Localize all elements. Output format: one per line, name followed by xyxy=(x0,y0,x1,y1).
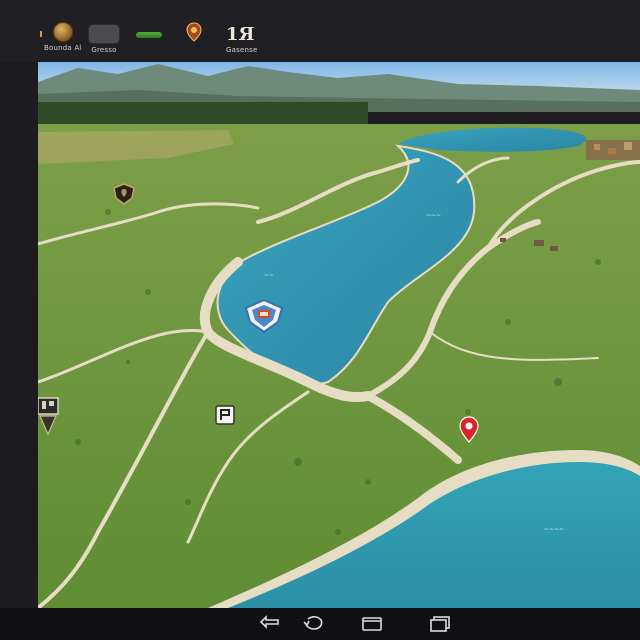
counter-label: Gasense xyxy=(226,46,258,54)
menu-pill-icon xyxy=(88,24,120,44)
player-base-marker[interactable] xyxy=(244,298,284,334)
recent-apps-icon[interactable] xyxy=(360,614,384,634)
lake-label: ~~~ xyxy=(426,212,442,219)
home-icon[interactable] xyxy=(302,614,326,634)
gold-counter[interactable]: Bounda Al xyxy=(44,22,81,52)
castle-marker-icon[interactable] xyxy=(38,396,62,436)
counter-value: 1Я xyxy=(226,24,255,45)
sea-label: ~~~~ xyxy=(544,526,565,533)
gold-label: Bounda Al xyxy=(44,44,82,52)
bottom-nav-bar xyxy=(0,608,640,640)
location-pin-icon xyxy=(186,22,202,42)
river-label: ~~ xyxy=(264,272,275,279)
back-icon[interactable] xyxy=(258,614,282,634)
top-hud-bar: Bounda Al Gresso ~ 1Я Gasense xyxy=(0,0,640,62)
divider-tick xyxy=(40,31,42,37)
menu-label: Gresso xyxy=(91,46,117,54)
shield-marker-icon[interactable] xyxy=(112,182,136,206)
gold-coin-icon xyxy=(52,22,73,42)
flag-marker-icon[interactable] xyxy=(214,404,236,426)
status-indicator: ~ xyxy=(136,32,162,38)
left-rail xyxy=(0,62,38,608)
red-map-pin-icon[interactable] xyxy=(458,416,480,444)
counter-block: 1Я Gasense xyxy=(226,24,258,55)
world-map[interactable]: ~~~ ~~ ~~~~ xyxy=(38,62,640,608)
green-bar-icon xyxy=(136,32,162,38)
town xyxy=(586,140,640,160)
location-button[interactable] xyxy=(186,22,202,42)
layers-icon[interactable] xyxy=(428,614,452,634)
menu-button[interactable]: Gresso xyxy=(88,24,120,54)
